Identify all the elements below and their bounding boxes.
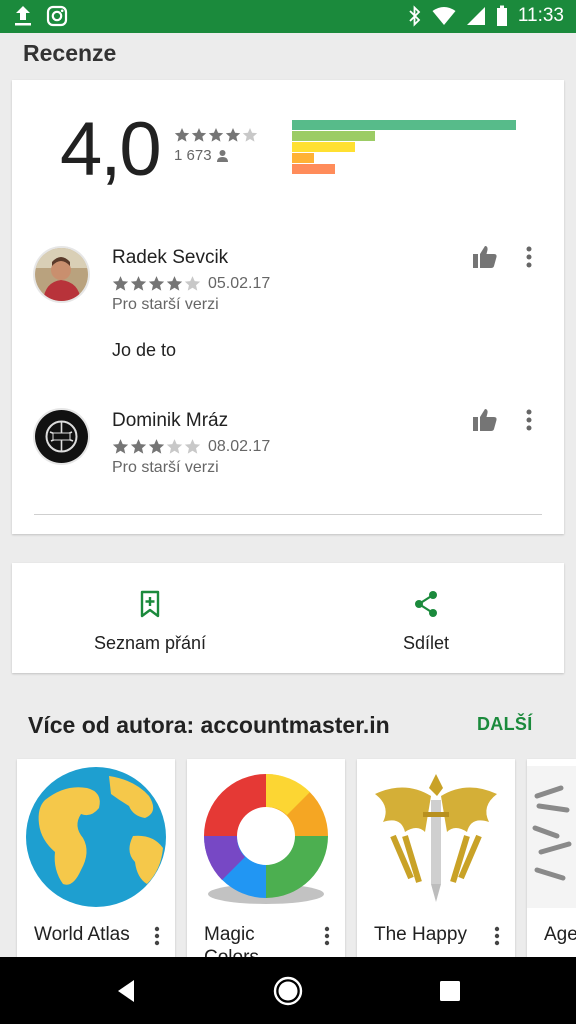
section-title-reviews: Recenze: [23, 40, 117, 66]
average-stars: [174, 127, 258, 143]
star-filled-icon: [148, 439, 165, 454]
review-version: Pro starší verzi: [112, 459, 219, 476]
globe-icon: [26, 766, 166, 907]
bluetooth-icon: [409, 5, 421, 27]
wishlist-button[interactable]: Seznam přání: [12, 563, 288, 673]
app-title: World Atlas: [34, 924, 130, 945]
more-vert-icon[interactable]: [519, 407, 539, 433]
navigation-bar: [0, 957, 576, 1024]
app-thumbnail: [187, 759, 345, 914]
star-filled-icon: [225, 128, 241, 142]
reviewer-name: Dominik Mráz: [112, 410, 229, 431]
avatar[interactable]: [35, 410, 88, 463]
avatar[interactable]: [35, 248, 88, 301]
status-bar: 11:33: [0, 0, 576, 33]
average-rating: 4,0: [60, 107, 162, 192]
instagram-icon: [46, 5, 68, 27]
histogram-bar-1: [292, 164, 335, 174]
histogram-bar-3: [292, 142, 355, 152]
wifi-icon: [432, 7, 456, 25]
person-icon: [216, 150, 228, 162]
star-empty-icon: [184, 276, 201, 291]
rating-histogram: [292, 120, 516, 175]
share-icon: [415, 591, 437, 617]
reviewer-name: Radek Sevcik: [112, 247, 229, 268]
clock: 11:33: [517, 5, 564, 26]
review-stars: [112, 438, 201, 455]
more-vert-icon[interactable]: [489, 925, 505, 947]
eagle-emblem-icon: [375, 773, 497, 902]
review-date: 08.02.17: [208, 438, 271, 455]
app-card-partial[interactable]: Age ulat: [527, 759, 576, 959]
divider: [34, 514, 542, 515]
star-empty-icon: [242, 128, 258, 142]
review-version: Pro starší verzi: [112, 296, 219, 313]
star-filled-icon: [130, 276, 147, 291]
app-card-world-atlas[interactable]: World Atlas: [17, 759, 175, 959]
star-filled-icon: [130, 439, 147, 454]
thumbs-up-icon[interactable]: [472, 244, 498, 270]
color-ring-icon: [203, 773, 328, 904]
histogram-bar-4: [292, 131, 375, 141]
battery-icon: [496, 5, 507, 26]
star-filled-icon: [174, 128, 190, 142]
star-filled-icon: [112, 439, 129, 454]
recents-icon[interactable]: [434, 975, 466, 1007]
star-empty-icon: [184, 439, 201, 454]
back-icon[interactable]: [110, 975, 142, 1007]
upload-icon: [15, 6, 31, 26]
reviews-card: 4,0 1 673 Radek Sevcik 05.02.17 Pro star…: [12, 80, 564, 534]
home-icon[interactable]: [272, 975, 304, 1007]
app-thumbnail: [17, 759, 175, 914]
app-card-the-happy[interactable]: The Happy: [357, 759, 515, 959]
bookmark-add-icon: [140, 590, 160, 618]
wishlist-label: Seznam přání: [93, 633, 207, 653]
review-item: Dominik Mráz 08.02.17 Pro starší verzi: [12, 393, 564, 503]
app-title: Age ulat: [544, 924, 576, 945]
thumbs-up-icon[interactable]: [472, 407, 498, 433]
more-link[interactable]: DALŠÍ: [477, 714, 533, 735]
more-vert-icon[interactable]: [519, 244, 539, 270]
star-filled-icon: [148, 276, 165, 291]
rating-count: 1 673: [174, 147, 229, 164]
star-filled-icon: [166, 276, 183, 291]
more-vert-icon[interactable]: [319, 925, 335, 947]
star-empty-icon: [166, 439, 183, 454]
more-vert-icon[interactable]: [149, 925, 165, 947]
review-date: 05.02.17: [208, 275, 271, 292]
hands-icon: [527, 765, 576, 908]
review-item: Radek Sevcik 05.02.17 Pro starší verzi J…: [12, 230, 564, 360]
share-label: Sdílet: [402, 633, 450, 653]
section-title-more-from-developer: Více od autora: accountmaster.in: [28, 712, 390, 738]
app-title: The Happy: [374, 924, 467, 945]
app-thumbnail: [357, 759, 515, 914]
review-text: Jo de to: [112, 340, 177, 360]
star-filled-icon: [112, 276, 129, 291]
actions-card: Seznam přání Sdílet: [12, 563, 564, 673]
app-title: Magic Colors: [204, 924, 259, 959]
app-thumbnail: [527, 759, 576, 914]
cell-signal-icon: [466, 7, 485, 25]
star-filled-icon: [191, 128, 207, 142]
star-filled-icon: [208, 128, 224, 142]
review-stars: [112, 275, 201, 292]
rating-count-value: 1 673: [174, 147, 212, 164]
share-button[interactable]: Sdílet: [288, 563, 564, 673]
histogram-bar-5: [292, 120, 516, 130]
histogram-bar-2: [292, 153, 314, 163]
app-card-magic-colors[interactable]: Magic Colors: [187, 759, 345, 959]
